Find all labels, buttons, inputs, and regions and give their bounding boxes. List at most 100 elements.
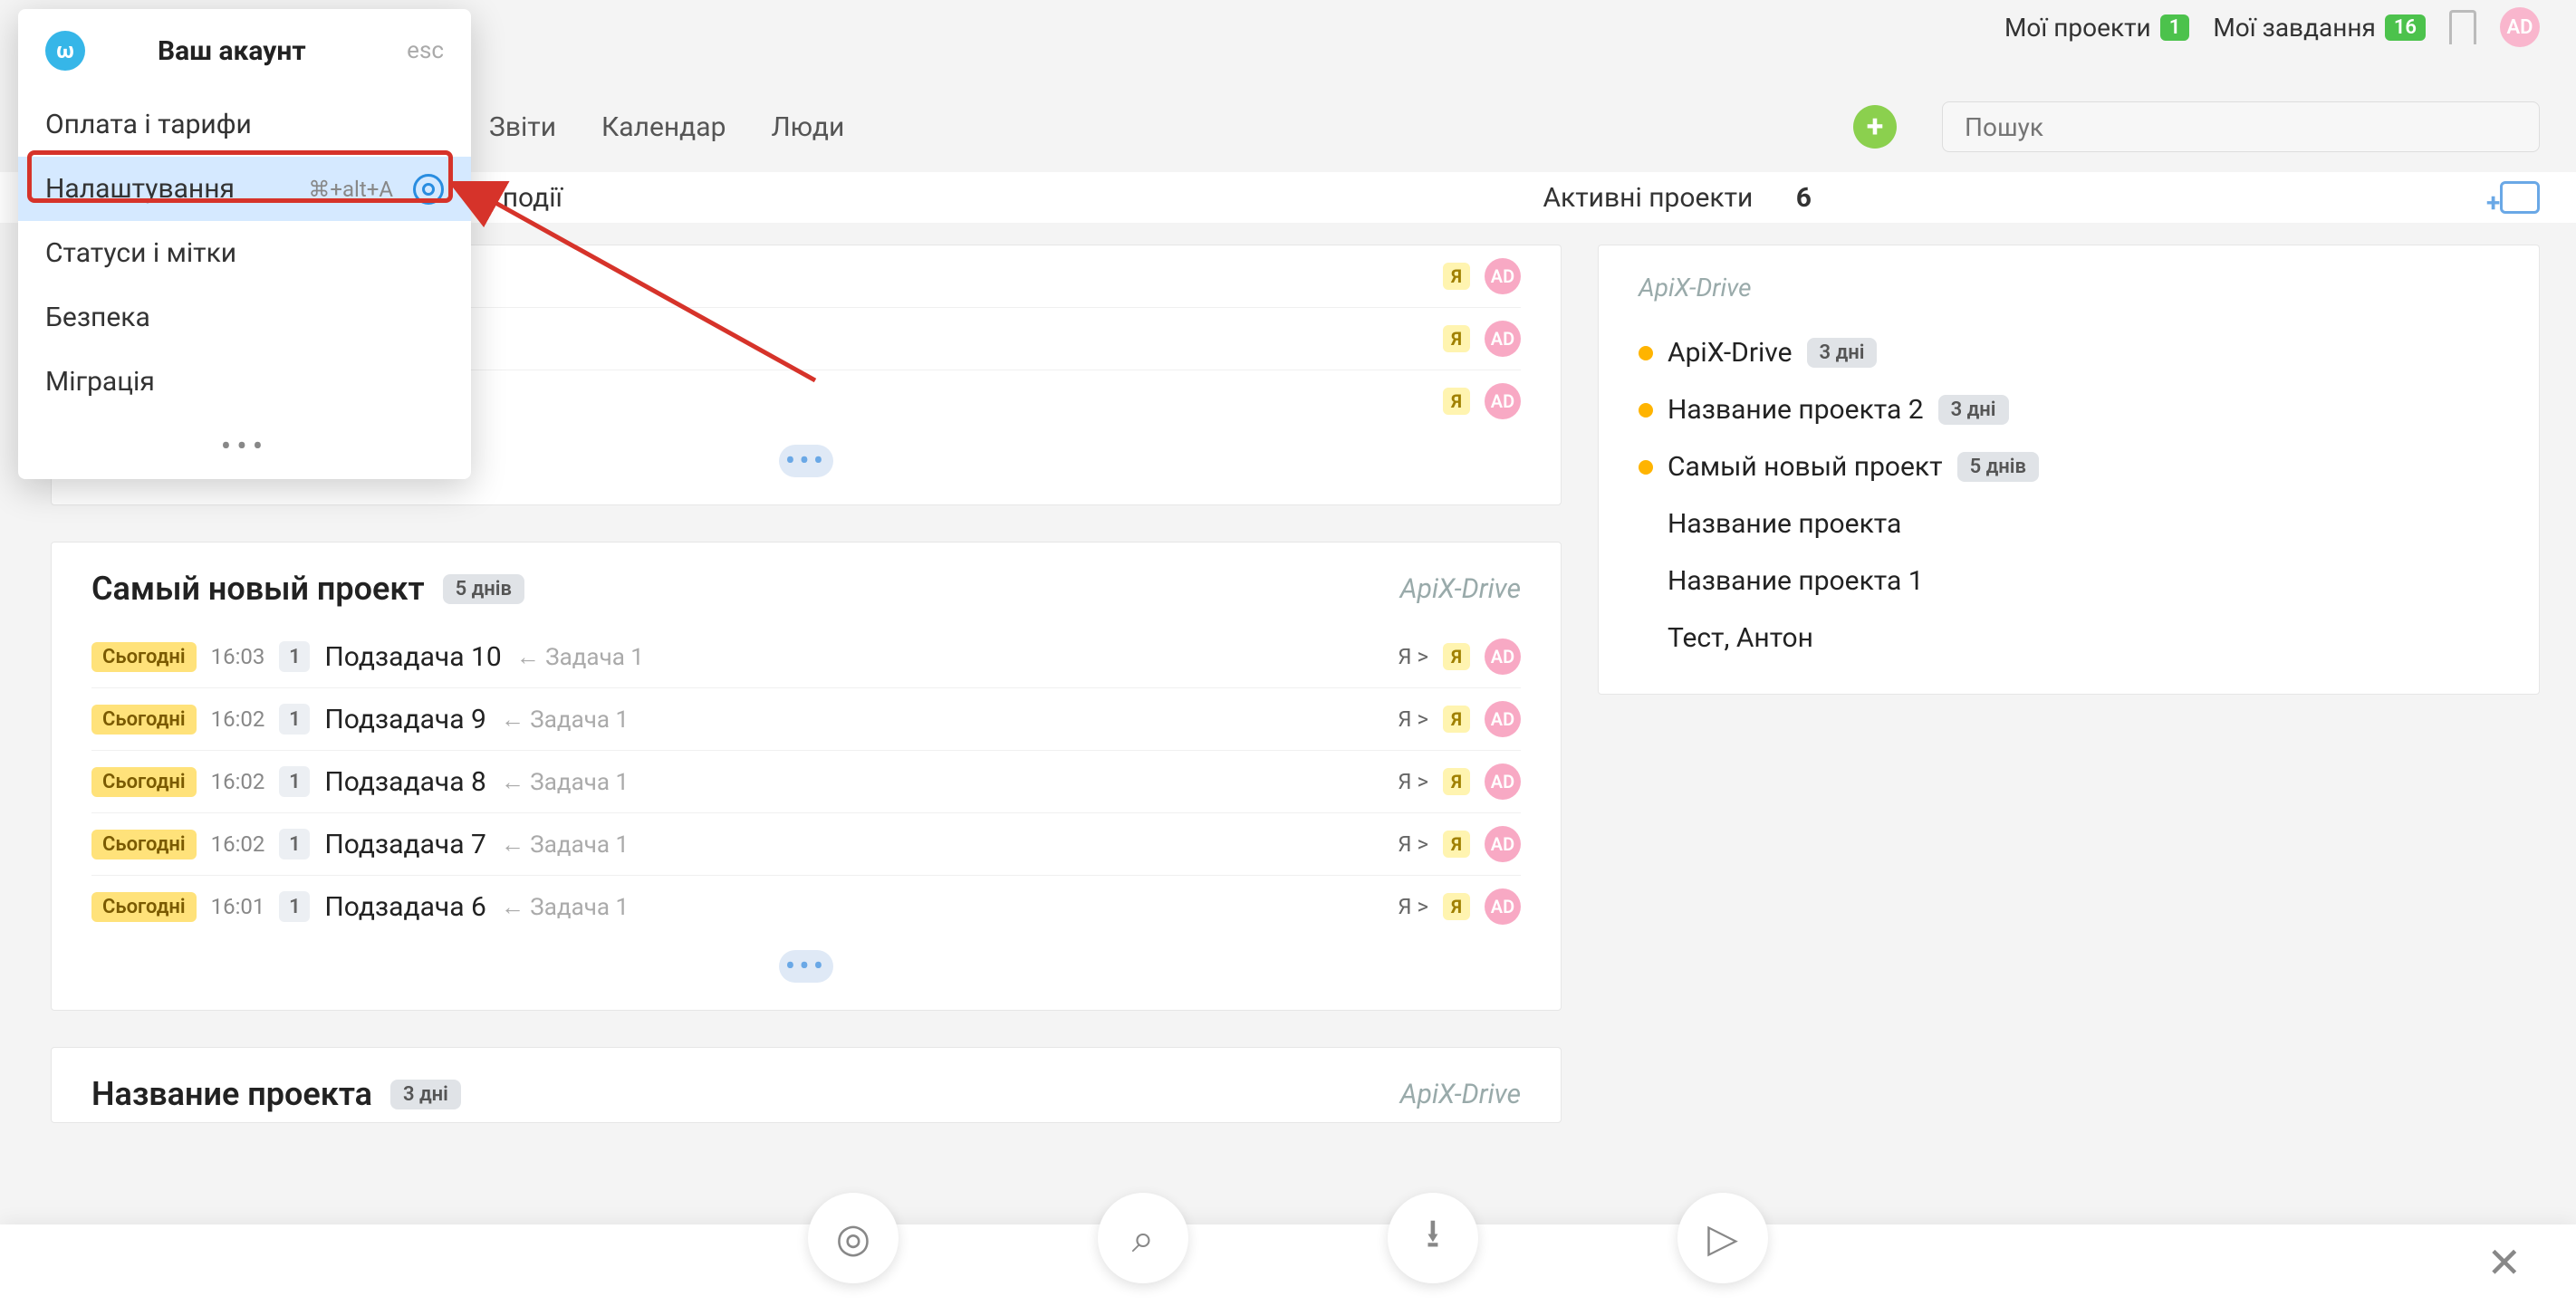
more-button[interactable]: ••• bbox=[779, 950, 833, 983]
assignee-avatar: AD bbox=[1485, 383, 1521, 419]
task-row[interactable]: Сьогодні 16:02 1 Подзадача 7 ← Задача 1 … bbox=[91, 812, 1521, 875]
nav-people[interactable]: Люди bbox=[771, 111, 844, 143]
search-icon[interactable]: ⌕ bbox=[1098, 1193, 1188, 1283]
status-dot-icon bbox=[1639, 403, 1653, 418]
assignee-label: Я > bbox=[1398, 894, 1428, 919]
project-name: Название проекта bbox=[1668, 508, 1901, 540]
task-time: 16:02 bbox=[211, 831, 265, 857]
task-row[interactable]: Сьогодні 16:02 1 Подзадача 9 ← Задача 1 … bbox=[91, 687, 1521, 750]
menu-security[interactable]: Безпека bbox=[18, 285, 471, 350]
add-button[interactable]: + bbox=[1853, 105, 1897, 149]
active-projects-count: 6 bbox=[1796, 182, 1812, 214]
workspace-logo-icon: ω bbox=[45, 31, 85, 71]
bottom-bar: ◎ ⌕ ⭳ ▷ ✕ bbox=[0, 1224, 2576, 1306]
project-item[interactable]: Название проекта bbox=[1639, 495, 2499, 552]
status-dot-icon bbox=[1639, 346, 1653, 360]
assignee-avatar: AD bbox=[1485, 321, 1521, 357]
events-label: і події bbox=[489, 182, 562, 214]
card-owner: ApiX-Drive bbox=[1400, 573, 1521, 605]
count-badge: 1 bbox=[279, 891, 310, 922]
nav-reports[interactable]: Звіти bbox=[489, 111, 556, 143]
projects-panel: ApiX-Drive ApiX-Drive3 дніНазвание проек… bbox=[1598, 245, 2540, 695]
menu-migration[interactable]: Міграція bbox=[18, 350, 471, 414]
active-projects-label: Активні проекти bbox=[1543, 182, 1753, 214]
task-time: 16:02 bbox=[211, 769, 265, 794]
task-name: Подзадача 6 bbox=[324, 891, 485, 923]
count-badge: 1 bbox=[279, 704, 310, 735]
project-badge: 3 дні bbox=[1807, 338, 1878, 368]
card-title[interactable]: Название проекта bbox=[91, 1075, 372, 1113]
project-item[interactable]: Название проекта 23 дні bbox=[1639, 381, 2499, 438]
parent-task: ← Задача 1 bbox=[501, 893, 629, 921]
my-tasks-count: 16 bbox=[2385, 14, 2426, 41]
task-name: Подзадача 8 bbox=[324, 766, 485, 798]
parent-task: ← Задача 1 bbox=[501, 706, 629, 734]
account-menu: ω Ваш акаунт esc Оплата і тарифи Налашту… bbox=[18, 9, 471, 479]
parent-task: ← Задача 1 bbox=[516, 643, 644, 671]
assignee-ya-icon: Я bbox=[1443, 768, 1470, 795]
count-badge: 1 bbox=[279, 641, 310, 672]
task-row[interactable]: Сьогодні 16:01 1 Подзадача 6 ← Задача 1 … bbox=[91, 875, 1521, 937]
assignee-ya-icon: Я bbox=[1443, 388, 1470, 415]
topbar: Мої проекти 1 Мої завдання 16 AD bbox=[2004, 0, 2576, 54]
task-time: 16:01 bbox=[211, 894, 265, 919]
user-avatar[interactable]: AD bbox=[2500, 7, 2540, 47]
panel-owner: ApiX-Drive bbox=[1639, 273, 2499, 302]
assignee-ya-icon: Я bbox=[1443, 263, 1470, 290]
menu-statuses[interactable]: Статуси і мітки bbox=[18, 221, 471, 285]
assignee-avatar: AD bbox=[1485, 763, 1521, 800]
download-icon[interactable]: ⭳ bbox=[1388, 1193, 1478, 1283]
task-row[interactable]: Сьогодні 16:02 1 Подзадача 8 ← Задача 1 … bbox=[91, 750, 1521, 812]
assignee-avatar: AD bbox=[1485, 888, 1521, 925]
nav-calendar[interactable]: Календар bbox=[601, 111, 726, 143]
today-badge: Сьогодні bbox=[91, 830, 197, 859]
assignee-avatar: AD bbox=[1485, 639, 1521, 675]
assignee-ya-icon: Я bbox=[1443, 831, 1470, 858]
account-menu-title: Ваш акаунт bbox=[158, 35, 306, 67]
gear-icon bbox=[413, 174, 444, 205]
menu-billing[interactable]: Оплата і тарифи bbox=[18, 92, 471, 157]
project-name: Самый новый проект bbox=[1668, 451, 1943, 483]
briefcase-add-icon[interactable] bbox=[2500, 181, 2540, 214]
project-item[interactable]: Тест, Антон bbox=[1639, 610, 2499, 667]
task-time: 16:03 bbox=[211, 644, 265, 669]
task-name: Подзадача 7 bbox=[324, 829, 485, 860]
project-item[interactable]: Самый новый проект 5 днів bbox=[1639, 438, 2499, 495]
assignee-label: Я > bbox=[1398, 769, 1428, 794]
count-badge: 1 bbox=[279, 829, 310, 859]
task-row[interactable]: Сьогодні 16:03 1 Подзадача 10 ← Задача 1… bbox=[91, 626, 1521, 687]
play-icon[interactable]: ▷ bbox=[1677, 1193, 1768, 1283]
project-item[interactable]: ApiX-Drive 3 дні bbox=[1639, 324, 2499, 381]
menu-more[interactable]: ••• bbox=[18, 414, 471, 470]
my-projects-link[interactable]: Мої проекти 1 bbox=[2004, 13, 2189, 43]
task-time: 16:02 bbox=[211, 706, 265, 732]
status-dot-icon bbox=[1639, 460, 1653, 475]
project-item[interactable]: Название проекта 1 bbox=[1639, 552, 2499, 610]
card-title[interactable]: Самый новый проект bbox=[91, 570, 425, 608]
esc-hint: esc bbox=[407, 37, 444, 64]
my-tasks-link[interactable]: Мої завдання 16 bbox=[2213, 13, 2426, 43]
project-badge: 5 днів bbox=[1957, 452, 2039, 482]
task-name: Подзадача 9 bbox=[324, 704, 485, 735]
project-card-name: Название проекта 3 дні ApiX-Drive bbox=[51, 1047, 1562, 1123]
more-button[interactable]: ••• bbox=[779, 445, 833, 477]
task-name: Подзадача 10 bbox=[324, 641, 501, 673]
assignee-label: Я > bbox=[1398, 831, 1428, 857]
project-name: Тест, Антон bbox=[1668, 622, 1813, 654]
search-input[interactable] bbox=[1942, 101, 2540, 152]
today-badge: Сьогодні bbox=[91, 767, 197, 797]
assignee-avatar: AD bbox=[1485, 258, 1521, 294]
bookmark-icon[interactable] bbox=[2449, 10, 2476, 44]
shortcut-text: ⌘+alt+A bbox=[308, 177, 393, 202]
close-icon[interactable]: ✕ bbox=[2486, 1238, 2522, 1288]
assignee-ya-icon: Я bbox=[1443, 325, 1470, 352]
project-name: ApiX-Drive bbox=[1668, 337, 1793, 369]
assignee-ya-icon: Я bbox=[1443, 893, 1470, 920]
project-badge: 3 дні bbox=[1938, 395, 2009, 425]
menu-settings[interactable]: Налаштування ⌘+alt+A bbox=[18, 157, 471, 221]
count-badge: 1 bbox=[279, 766, 310, 797]
today-badge: Сьогодні bbox=[91, 705, 197, 735]
assignee-ya-icon: Я bbox=[1443, 643, 1470, 670]
help-icon[interactable]: ◎ bbox=[808, 1193, 899, 1283]
card-badge: 3 дні bbox=[390, 1080, 461, 1109]
